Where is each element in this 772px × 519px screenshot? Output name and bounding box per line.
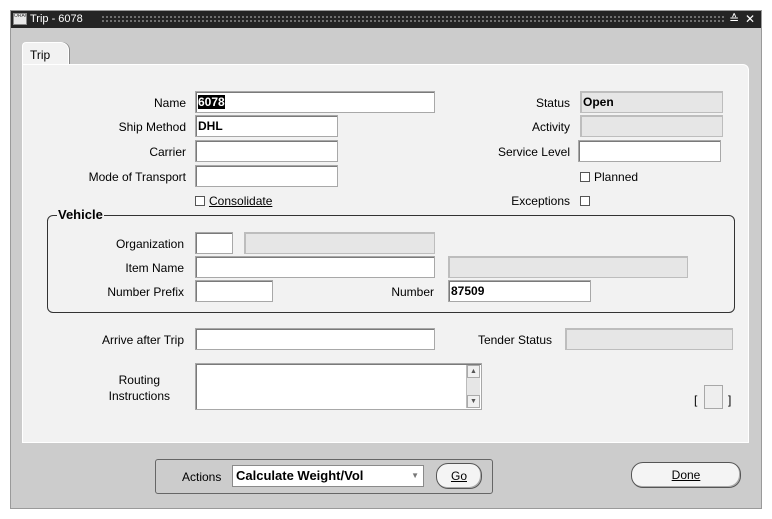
tab-trip[interactable]: Trip — [22, 42, 69, 66]
done-button[interactable]: Done — [631, 462, 741, 488]
activity-field — [580, 115, 723, 137]
item-name-label: Item Name — [125, 261, 184, 275]
trip-panel: Name 6078 Ship Method DHL Carrier Mode o… — [22, 64, 749, 443]
carrier-label: Carrier — [149, 145, 186, 159]
arrive-after-trip-field[interactable] — [195, 328, 435, 350]
number-prefix-field[interactable] — [195, 280, 273, 302]
actions-selected-value: Calculate Weight/Vol — [236, 468, 364, 483]
go-button[interactable]: Go — [436, 463, 482, 489]
ship-method-label: Ship Method — [118, 120, 186, 134]
activity-label: Activity — [531, 120, 570, 134]
name-label: Name — [153, 96, 186, 110]
actions-label: Actions — [182, 470, 222, 484]
status-label: Status — [535, 96, 570, 110]
service-level-label: Service Level — [497, 145, 570, 159]
routing-instructions-scrollbar[interactable]: ▲ ▼ — [466, 365, 480, 408]
actions-select[interactable]: Calculate Weight/Vol ▼ — [232, 465, 424, 487]
tender-status-field — [565, 328, 733, 350]
status-field: Open — [580, 91, 723, 113]
dropdown-arrow-icon: ▼ — [411, 471, 419, 480]
exceptions-checkbox[interactable] — [580, 196, 590, 206]
descriptive-flexfield[interactable] — [704, 385, 723, 409]
go-button-label: Go — [450, 469, 467, 483]
item-description-field — [448, 256, 688, 278]
arrive-after-trip-label: Arrive after Trip — [101, 333, 184, 347]
oracle-app-icon: ORACLE — [13, 13, 27, 25]
organization-description-field — [244, 232, 435, 254]
name-value: 6078 — [198, 95, 225, 109]
descriptive-flexfield-bracket-right: ] — [728, 393, 732, 407]
routing-instructions-label-line2: Instructions — [108, 389, 170, 403]
consolidate-checkbox[interactable] — [195, 196, 205, 206]
organization-field[interactable] — [195, 232, 233, 254]
consolidate-label: Consolidate — [209, 194, 273, 208]
exceptions-label: Exceptions — [511, 194, 570, 208]
item-name-field[interactable] — [195, 256, 435, 278]
routing-instructions-label-line1: Routing — [118, 373, 160, 387]
done-button-label: Done — [671, 468, 701, 482]
vehicle-group-title: Vehicle — [57, 207, 104, 222]
trip-window: ORACLE Trip - 6078 ≙ ✕ Trip Name 6078 Sh… — [10, 10, 762, 509]
routing-instructions-textarea[interactable]: ▲ ▼ — [195, 363, 482, 410]
window-title: Trip - 6078 — [30, 13, 83, 25]
actions-bar: Actions Calculate Weight/Vol ▼ Go — [155, 459, 493, 494]
carrier-field[interactable] — [195, 140, 338, 162]
mode-of-transport-field[interactable] — [195, 165, 338, 187]
organization-label: Organization — [115, 237, 184, 251]
mode-of-transport-label: Mode of Transport — [88, 170, 186, 184]
number-label: Number — [391, 285, 434, 299]
tab-trip-label: Trip — [30, 48, 51, 62]
title-bar-pattern — [101, 15, 726, 24]
scroll-up-icon[interactable]: ▲ — [467, 365, 480, 378]
scroll-down-icon[interactable]: ▼ — [467, 395, 480, 408]
close-icon[interactable]: ✕ — [743, 11, 757, 27]
title-bar[interactable]: ORACLE Trip - 6078 ≙ ✕ — [11, 11, 761, 28]
number-prefix-label: Number Prefix — [107, 285, 184, 299]
name-field[interactable]: 6078 — [195, 91, 435, 113]
ship-method-field[interactable]: DHL — [195, 115, 338, 137]
planned-checkbox[interactable] — [580, 172, 590, 182]
minimize-icon[interactable]: ≙ — [727, 11, 741, 27]
service-level-field[interactable] — [578, 140, 721, 162]
tender-status-label: Tender Status — [477, 333, 552, 347]
descriptive-flexfield-bracket-left: [ — [694, 393, 698, 407]
number-field[interactable]: 87509 — [448, 280, 591, 302]
planned-label: Planned — [594, 170, 639, 184]
